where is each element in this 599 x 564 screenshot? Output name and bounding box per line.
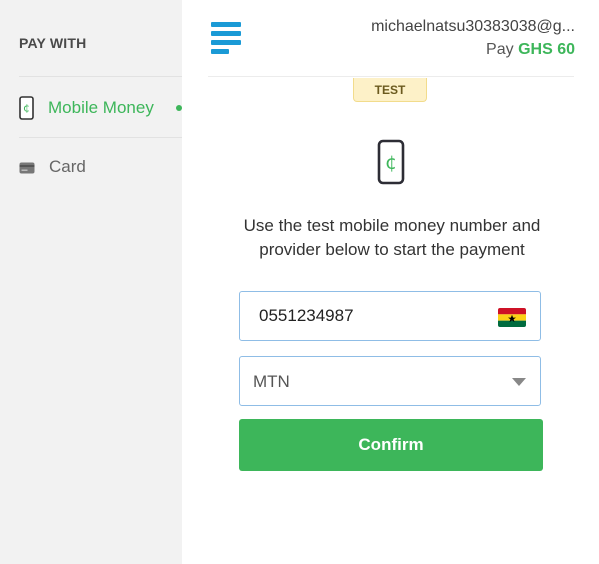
- test-mode-badge: TEST: [353, 78, 427, 102]
- pay-label: Pay: [486, 41, 514, 58]
- sidebar-divider: [19, 76, 182, 77]
- payment-method-sidebar: PAY WITH ¢ Mobile Money Card: [0, 0, 182, 564]
- ghana-flag-icon: [498, 308, 526, 327]
- paystack-logo-icon: [211, 22, 243, 56]
- provider-selected-value: MTN: [253, 372, 290, 391]
- phone-number-field[interactable]: [239, 291, 541, 341]
- confirm-button[interactable]: Confirm: [239, 419, 543, 471]
- svg-text:¢: ¢: [23, 102, 30, 115]
- mobile-money-icon: ¢: [377, 139, 405, 185]
- pay-with-heading: PAY WITH: [19, 35, 87, 51]
- sidebar-item-label: Card: [49, 157, 86, 176]
- card-icon: [19, 161, 35, 174]
- svg-text:¢: ¢: [385, 152, 397, 174]
- sidebar-item-label: Mobile Money: [48, 98, 154, 117]
- provider-select[interactable]: MTN: [239, 356, 541, 406]
- payment-panel: michaelnatsu30383038@g... Pay GHS 60 TES…: [182, 0, 599, 564]
- amount-value: GHS 60: [518, 41, 575, 58]
- header-divider: [208, 76, 574, 77]
- phone-number-input[interactable]: [259, 292, 489, 340]
- mobile-money-icon: ¢: [19, 96, 34, 120]
- instruction-text: Use the test mobile money number and pro…: [243, 216, 541, 259]
- sidebar-item-card[interactable]: Card: [19, 157, 86, 177]
- payment-amount: Pay GHS 60: [486, 41, 575, 59]
- sidebar-item-mobile-money[interactable]: ¢ Mobile Money: [19, 96, 154, 120]
- chevron-down-icon: [512, 378, 526, 386]
- sidebar-divider: [19, 137, 182, 138]
- customer-email: michaelnatsu30383038@g...: [371, 18, 575, 35]
